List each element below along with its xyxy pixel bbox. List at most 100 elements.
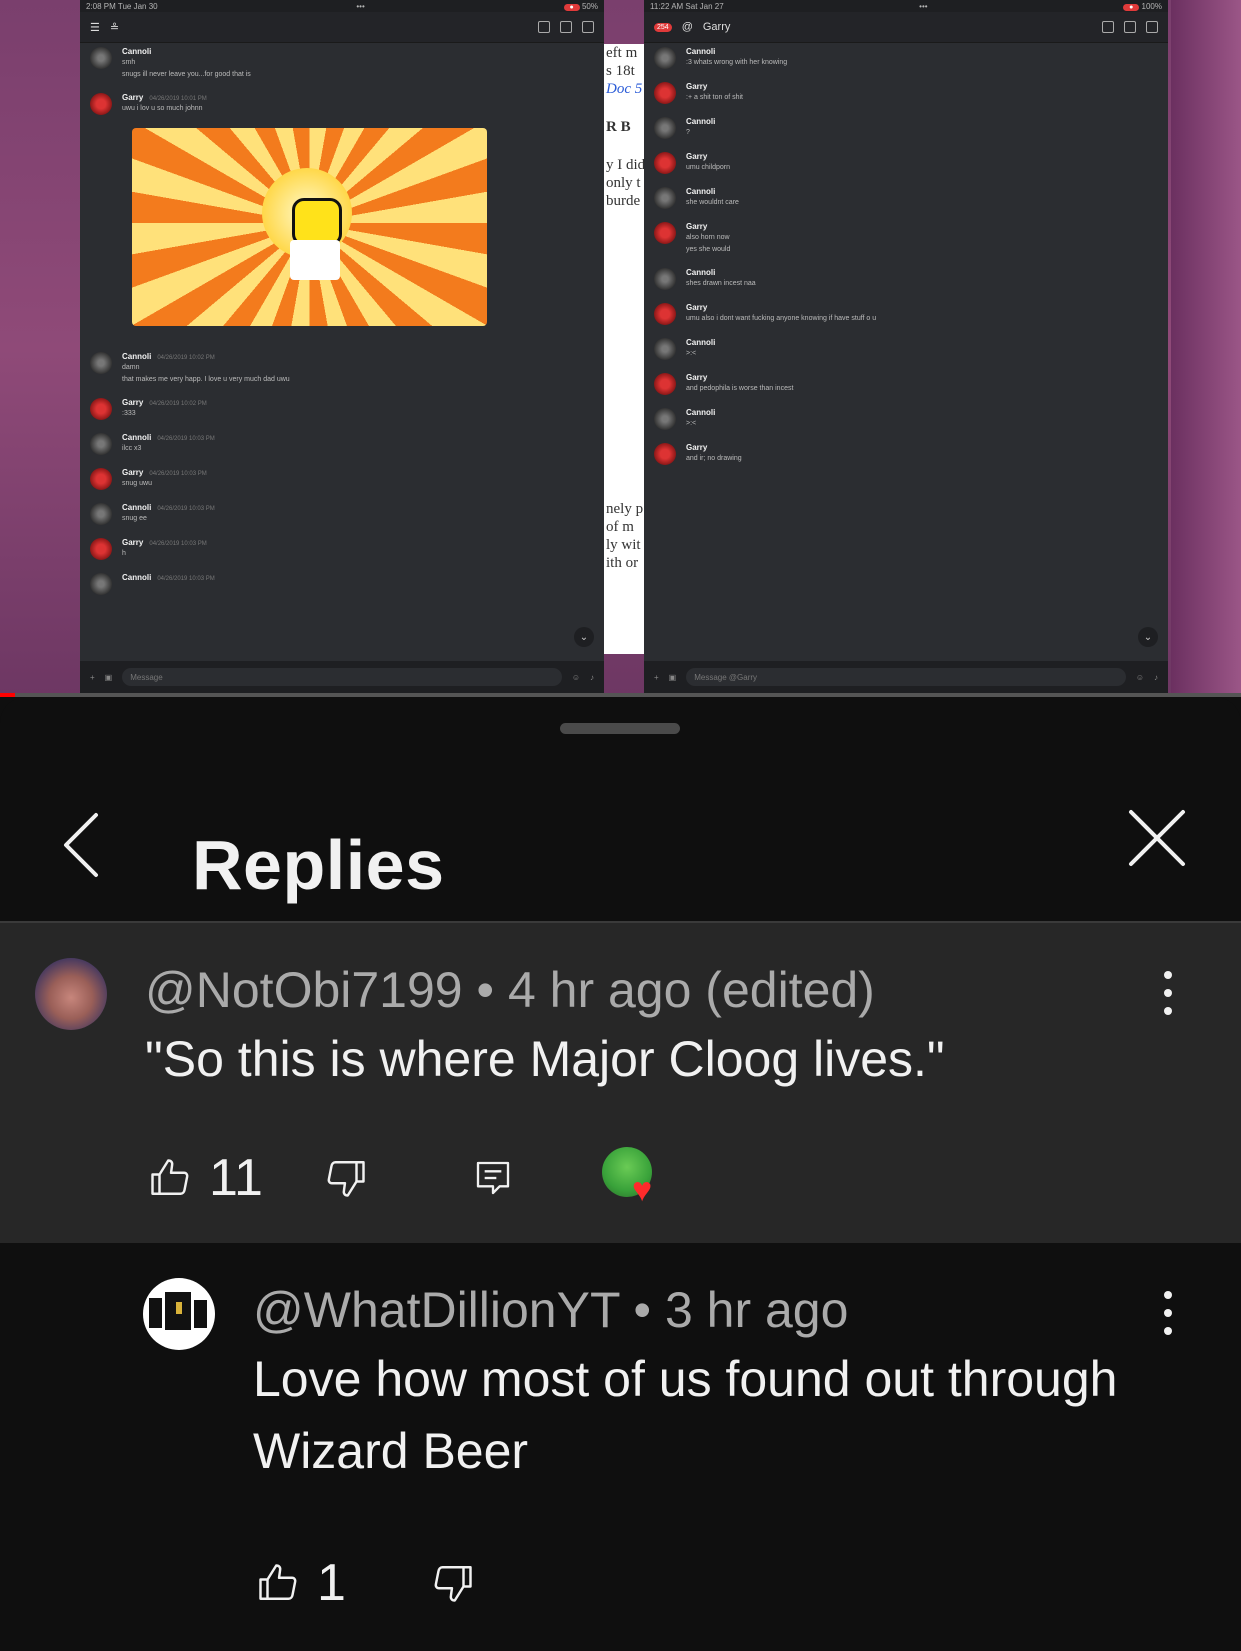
comment-meta: @WhatDillionYT • 3 hr ago [253,1281,848,1339]
chat-message: Cannoli 04/26/2019 10:02 PM damn that mak… [90,352,594,385]
like-count: 11 [209,1149,263,1207]
message-author: Cannoli [686,268,716,277]
avatar [654,443,676,465]
smiley-character [292,198,342,246]
message-text: and ir; no drawing [686,455,742,462]
meta-separator: • [476,962,495,1018]
message-author: Garry [686,373,708,382]
chat-message: Cannoli >:< [654,338,1158,360]
replies-sheet: Replies @NotObi7199 • 4 hr ago (edited) … [0,697,1241,1651]
avatar [90,398,112,420]
avatar [654,187,676,209]
avatar[interactable] [143,1278,215,1350]
left-status-battery: 50% [581,1,598,11]
avatar [90,538,112,560]
chat-message: Cannoli 04/26/2019 10:03 PM snug ee [90,503,594,525]
avatar [654,303,676,325]
left-status-dots: ••• [356,1,365,11]
right-status-bar: 11:22 AM Sat Jan 27 ••• ● 100% [644,0,1168,12]
message-text: yes she would [686,246,731,253]
avatar [654,117,676,139]
unread-badge: 254 [654,22,672,32]
message-author: Garry [686,443,708,452]
plus-icon: + [654,672,659,682]
chat-message: Garry 04/26/2019 10:02 PM :333 [90,398,594,420]
video-player[interactable]: 2:08 PM Tue Jan 30 ••• ● 50% ☰ ≗ Cannoli… [0,0,1241,697]
comment-actions: 1 [253,1543,478,1623]
channel-icon: ≗ [109,21,120,34]
message-author: Cannoli [686,338,716,347]
left-status-bar: 2:08 PM Tue Jan 30 ••• ● 50% [80,0,604,12]
message-input: Message [122,668,562,686]
right-status-battery: 100% [1141,1,1162,11]
chat-message: Garry and ir; no drawing [654,443,1158,465]
left-message-composer: + ▣ Message ☺ ♪ [80,661,604,693]
mic-icon: ♪ [1154,672,1158,682]
replies-header: Replies [0,757,1241,904]
chat-message: Cannoli 04/26/2019 10:03 PM ilcc x3 [90,433,594,455]
avatar [90,47,112,69]
message-author: Garry [686,152,708,161]
back-button[interactable] [58,809,118,879]
more-vert-icon [1164,1291,1172,1335]
message-text: also horn now [686,234,730,241]
page-title: Replies [192,826,445,904]
dislike-button[interactable] [428,1558,478,1608]
avatar [90,573,112,595]
avatar[interactable] [35,958,107,1030]
drag-handle[interactable] [560,723,680,734]
call-icon [538,21,550,33]
video-call-icon [560,21,572,33]
comment-menu-button[interactable] [1153,1283,1183,1343]
reply-button[interactable] [468,1153,518,1203]
video-right-phone-screen: 11:22 AM Sat Jan 27 ••• ● 100% 254 @ Gar… [644,0,1168,693]
message-author: Garry [686,82,708,91]
gift-icon: ▣ [104,672,113,682]
call-icon [1102,21,1114,33]
chat-message: Garry also horn now yes she would [654,222,1158,255]
chat-message: Cannoli shes drawn incest naa [654,268,1158,290]
comment-icon [476,1161,510,1195]
message-text: snug uwu [122,480,152,487]
right-message-list: Cannoli:3 whats wrong with her knowing G… [644,43,1168,482]
chat-message: Garry 04/26/2019 10:03 PM snug uwu [90,468,594,490]
message-text: shes drawn incest naa [686,280,756,287]
message-author: Cannoli [686,408,716,417]
avatar [90,352,112,374]
character-body [290,240,340,280]
message-text: damn [122,364,140,371]
message-author: Garry [686,303,708,312]
close-button[interactable] [1126,807,1188,869]
comment-author[interactable]: @WhatDillionYT [253,1282,620,1338]
message-text: snugs ill never leave you...for good tha… [122,71,251,78]
comment-menu-button[interactable] [1153,963,1183,1023]
comment-time: 3 hr ago [664,1282,849,1338]
avatar [654,408,676,430]
plus-icon: + [90,672,95,682]
chat-message: Garry 04/26/2019 10:03 PM h [90,538,594,560]
message-text: >:< [686,350,697,357]
left-chat-header: ☰ ≗ [80,12,604,43]
image-attachment[interactable] [132,128,487,326]
message-author: Garry 04/26/2019 10:03 PM [122,468,207,477]
message-author: Garry 04/26/2019 10:01 PM [122,93,207,102]
comment-text: Love how most of us found out through Wi… [253,1351,1118,1479]
members-icon [582,21,594,33]
comment-meta: @NotObi7199 • 4 hr ago (edited) [145,961,875,1019]
gift-icon: ▣ [668,672,677,682]
comment-author[interactable]: @NotObi7199 [145,962,463,1018]
like-button[interactable] [253,1558,303,1608]
chat-message: Garry umu also i dont want fucking anyone… [654,303,1158,325]
video-progress-played [0,693,15,697]
dislike-button[interactable] [321,1153,371,1203]
chat-message: Garry and pedophila is worse than incest [654,373,1158,395]
thumbs-up-icon [259,1564,297,1600]
chat-message: Garry umu childporn [654,152,1158,174]
like-button[interactable] [145,1153,195,1203]
emoji-icon: ☺ [1135,672,1144,682]
message-author: Cannoli 04/26/2019 10:02 PM [122,352,215,361]
message-text: :333 [122,410,136,417]
message-author: Cannoli [122,47,152,56]
thumbs-up-icon [151,1159,189,1195]
emoji-icon: ☺ [571,672,580,682]
